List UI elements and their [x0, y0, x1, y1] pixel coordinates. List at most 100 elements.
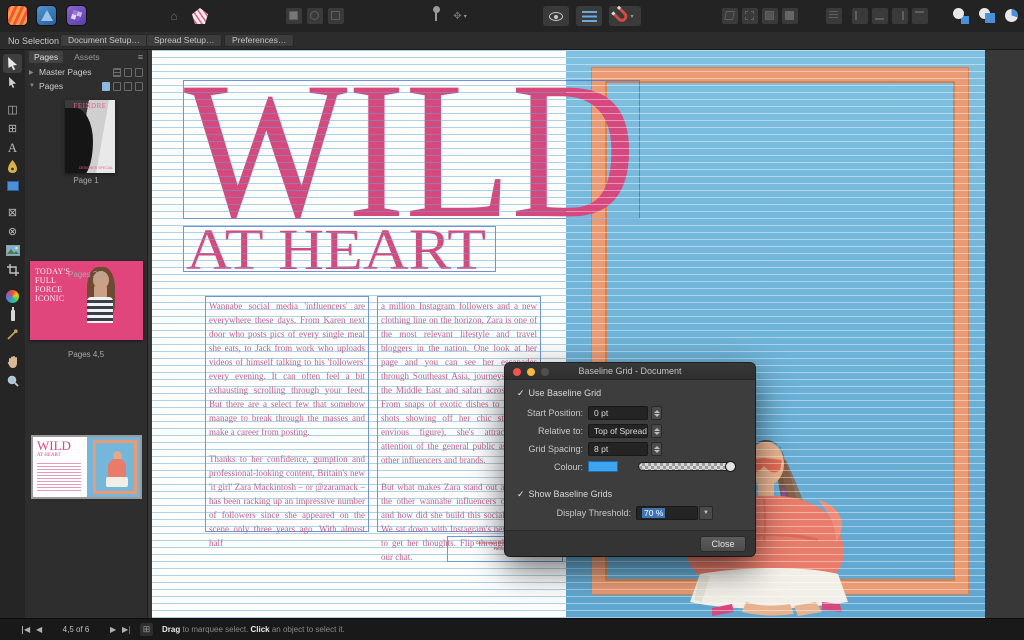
align-center-icon[interactable] — [872, 8, 888, 24]
check-icon: ✓ — [517, 388, 525, 398]
last-spread-icon[interactable]: ▶ — [122, 626, 130, 634]
preview-mode-icon[interactable] — [543, 6, 569, 26]
dialog-title-bar[interactable]: Baseline Grid - Document — [505, 363, 755, 380]
pages-section[interactable]: ▼ Pages — [25, 79, 147, 93]
previous-spread-icon[interactable]: ◀ — [36, 619, 42, 640]
move-up-icon[interactable] — [762, 8, 778, 24]
pages-2-3-label: Pages 2,3 — [25, 270, 147, 279]
grid-spacing-label: Grid Spacing: — [505, 442, 583, 457]
zoom-tool-icon[interactable] — [3, 371, 22, 390]
preferences-button[interactable]: Preferences… — [224, 34, 294, 47]
first-spread-icon[interactable]: ◀ — [22, 626, 30, 634]
document-setup-button[interactable]: Document Setup… — [60, 34, 148, 47]
master-pages-section[interactable]: ▶ Master Pages — [25, 65, 147, 79]
picture-frame-ellipse-tool-icon[interactable]: ⊗ — [3, 222, 22, 241]
display-threshold-label: Display Threshold: — [505, 506, 631, 521]
align-left-icon[interactable] — [852, 8, 868, 24]
minimize-traffic-light[interactable] — [527, 368, 535, 376]
colour-label: Colour: — [505, 460, 583, 475]
grid-spacing-input[interactable]: 8 pt — [588, 442, 648, 456]
table-tool-icon[interactable]: ⊞ — [3, 119, 22, 138]
persona-flower-icon[interactable] — [192, 8, 208, 24]
rotate-mode-icon[interactable] — [307, 8, 323, 24]
page-1-thumbnail[interactable]: FEINDRE DESIGNER SPECIAL — [65, 100, 115, 173]
headline-text-frame[interactable]: WILD — [183, 80, 640, 219]
subhead-text-frame[interactable]: AT HEART — [183, 226, 496, 272]
publisher-app-icon[interactable] — [8, 6, 27, 25]
opacity-swatch-icon[interactable] — [1004, 8, 1020, 24]
numbering-icon[interactable] — [912, 8, 928, 24]
use-baseline-grid-checkbox[interactable]: ✓Use Baseline Grid — [517, 388, 601, 399]
next-spread-icon[interactable]: ▶ — [110, 619, 116, 640]
baseline-grid-dialog: Baseline Grid - Document ✓Use Baseline G… — [505, 363, 755, 556]
status-bar: ◀ ◀ 4,5 of 6 ▶ ▶ ⊞ Drag to marquee selec… — [0, 618, 1024, 640]
delete-page-icon[interactable] — [135, 82, 143, 91]
tab-assets[interactable]: Assets — [69, 51, 105, 63]
rectangle-tool-icon[interactable] — [3, 176, 22, 195]
display-threshold-input[interactable]: 70 % — [636, 506, 698, 520]
start-position-label: Start Position: — [505, 406, 583, 421]
add-page-icon[interactable] — [113, 82, 121, 91]
artistic-text-tool-icon[interactable]: A — [3, 138, 22, 157]
fill-swatch-icon[interactable] — [953, 8, 969, 24]
frame-text-tool-icon[interactable]: ◫ — [3, 100, 22, 119]
body-column-1[interactable]: Wannabe social media 'influencers' are e… — [205, 296, 369, 532]
text-style-icon[interactable] — [826, 8, 842, 24]
relative-to-stepper[interactable] — [651, 424, 662, 438]
subhead-text: AT HEART — [186, 227, 486, 273]
display-threshold-dropdown-icon[interactable]: ▼ — [699, 506, 713, 520]
move-tool-icon[interactable] — [3, 54, 22, 73]
cover-subtitle: DESIGNER SPECIAL — [79, 166, 113, 170]
shear-mode-icon[interactable] — [328, 8, 344, 24]
designer-app-icon[interactable] — [37, 6, 56, 25]
page-indicator[interactable]: 4,5 of 6 — [46, 619, 106, 640]
view-hand-tool-icon[interactable] — [3, 352, 22, 371]
tab-pages[interactable]: Pages — [29, 51, 63, 63]
column1-paragraph2: Thanks to her confidence, gumption and p… — [209, 452, 365, 550]
pages-4-5-thumbnail[interactable]: WILD AT HEART — [33, 437, 140, 497]
grid-view-icon[interactable] — [113, 68, 121, 77]
start-position-input[interactable]: 0 pt — [588, 406, 648, 420]
close-button[interactable]: Close — [700, 536, 746, 552]
relative-to-select[interactable]: Top of Spread — [588, 424, 648, 438]
close-traffic-light[interactable] — [513, 368, 521, 376]
delete-master-icon[interactable] — [135, 68, 143, 77]
expand-arrow-icon[interactable]: ▼ — [29, 83, 36, 89]
spread-setup-button[interactable]: Spread Setup… — [146, 34, 222, 47]
add-master-icon[interactable] — [124, 68, 132, 77]
colour-swatch[interactable] — [588, 461, 618, 472]
insertion-target-icon[interactable]: ✥▾ — [450, 6, 470, 26]
transform-mode-icon[interactable] — [286, 8, 302, 24]
baseline-grid-toggle-icon[interactable] — [576, 6, 602, 26]
colour-picker-tool-icon[interactable] — [3, 325, 22, 344]
opacity-slider-knob[interactable] — [725, 461, 736, 472]
start-position-stepper[interactable] — [651, 406, 662, 420]
grid-spacing-stepper[interactable] — [651, 442, 662, 456]
color-wheel-icon[interactable] — [3, 287, 22, 306]
page-grid-view-icon[interactable]: ⊞ — [140, 623, 153, 636]
move-front-icon[interactable] — [782, 8, 798, 24]
duplicate-page-icon[interactable] — [124, 82, 132, 91]
show-baseline-grids-checkbox[interactable]: ✓Show Baseline Grids — [517, 489, 612, 500]
place-image-tool-icon[interactable] — [3, 241, 22, 260]
opacity-slider[interactable] — [638, 462, 735, 471]
node-tool-icon[interactable] — [3, 73, 22, 92]
snapping-magnet-icon[interactable]: ▾ — [609, 6, 641, 26]
pen-tool-icon[interactable] — [3, 157, 22, 176]
main-toolbar: ⌂ ✥▾ ▾ — [0, 0, 1024, 32]
apply-master-icon[interactable] — [102, 82, 110, 91]
insertion-pin-icon[interactable] — [428, 6, 444, 26]
panel-menu-icon[interactable]: ≡ — [138, 52, 143, 62]
collapse-arrow-icon[interactable]: ▶ — [29, 69, 36, 76]
cover-title: FEINDRE — [65, 102, 115, 110]
crop-tool-icon[interactable] — [3, 260, 22, 279]
photo-app-icon[interactable] — [67, 6, 86, 25]
move-down-icon[interactable] — [742, 8, 758, 24]
bullets-icon[interactable] — [892, 8, 908, 24]
zoom-traffic-light — [541, 368, 549, 376]
picture-frame-rect-tool-icon[interactable]: ⊠ — [3, 203, 22, 222]
fill-marker-tool-icon[interactable] — [3, 306, 22, 325]
move-back-icon[interactable] — [722, 8, 738, 24]
stroke-swatch-icon[interactable] — [979, 8, 995, 24]
home-icon[interactable]: ⌂ — [165, 8, 183, 25]
